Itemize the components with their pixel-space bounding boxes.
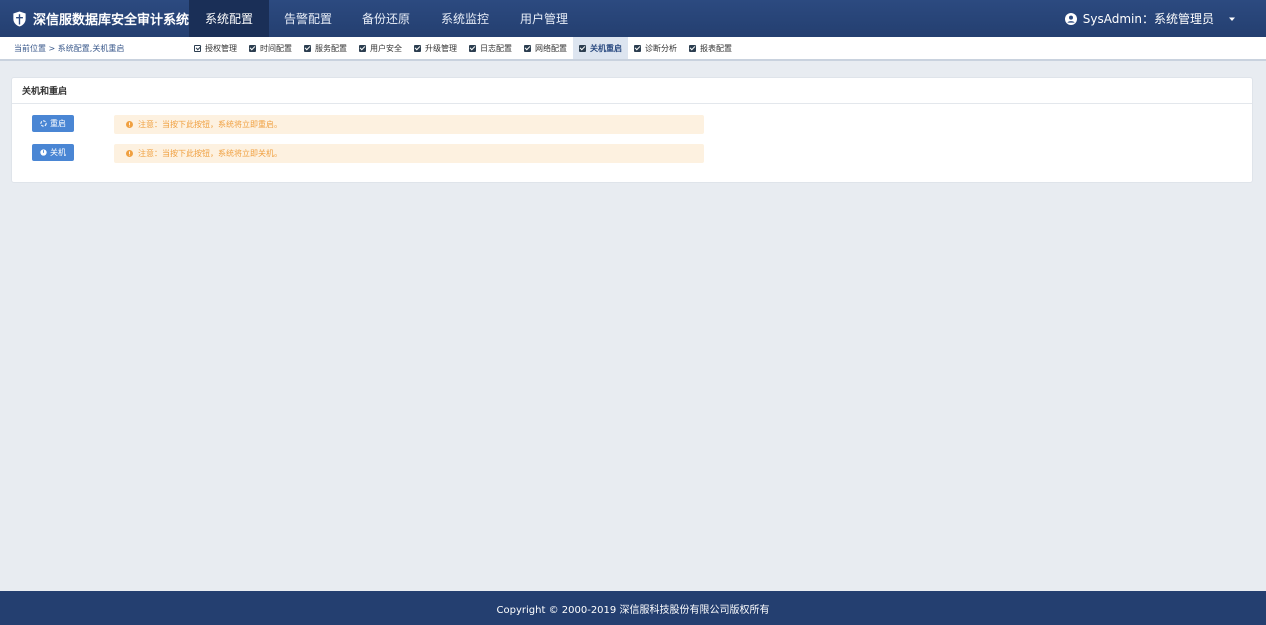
restart-notice-text: 注意：当按下此按钮，系统将立即重启。 [138,120,282,129]
nav-item-alert-config[interactable]: 告警配置 [269,0,347,37]
app-title: 深信服数据库安全审计系统 [32,13,189,28]
copyright-text: Copyright © 2000-2019 深信服科技股份有限公司版权所有 [496,604,770,616]
tab-label: 授权管理 [205,43,237,53]
user-name: SysAdmin：系统管理员 [1082,12,1214,26]
shield-logo-icon [13,11,26,26]
restart-button[interactable]: 重启 [32,115,74,132]
tab-report-config[interactable]: 报表配置 [683,37,738,59]
shutdown-restart-panel: 关机和重启 重启 注意：当按下此按钮，系统将立即重启。 关机 注意：当按下此按钮… [11,77,1253,183]
nav-item-system-config[interactable]: 系统配置 [189,0,269,37]
user-circle-icon [1064,12,1077,25]
tab-shutdown-restart[interactable]: 关机重启 [573,37,628,59]
tab-label: 服务配置 [315,43,347,53]
tab-diagnostics[interactable]: 诊断分析 [628,37,683,59]
user-menu[interactable]: SysAdmin：系统管理员 [1064,0,1236,37]
checkbox-icon [304,44,311,52]
checkbox-icon [524,44,531,52]
restart-row: 重启 [32,115,74,132]
tab-label: 关机重启 [590,43,622,53]
checkbox-icon [414,44,421,52]
tab-log-config[interactable]: 日志配置 [463,37,518,59]
nav-item-backup-restore[interactable]: 备份还原 [347,0,425,37]
panel-title: 关机和重启 [12,78,1252,104]
tab-user-security[interactable]: 用户安全 [353,37,408,59]
tab-label: 日志配置 [480,43,512,53]
main-nav: 系统配置 告警配置 备份还原 系统监控 用户管理 [189,0,583,37]
caret-down-icon [1229,17,1235,21]
shutdown-notice: 注意：当按下此按钮，系统将立即关机。 [114,144,704,163]
breadcrumb: 当前位置 > 系统配置,关机重启 [14,43,125,53]
checkbox-icon [469,44,476,52]
tab-upgrade-management[interactable]: 升级管理 [408,37,463,59]
checkbox-icon [634,44,641,52]
checkbox-icon [359,44,366,52]
restart-button-label: 重启 [50,119,66,128]
brand: 深信服数据库安全审计系统 [0,0,189,37]
restart-notice: 注意：当按下此按钮，系统将立即重启。 [114,115,704,134]
checkbox-icon [579,44,586,52]
shutdown-row: 关机 [32,144,74,161]
nav-item-system-monitor[interactable]: 系统监控 [425,0,505,37]
checkbox-icon [689,44,696,52]
shutdown-button-label: 关机 [50,148,66,157]
nav-item-user-management[interactable]: 用户管理 [505,0,583,37]
shutdown-notice-text: 注意：当按下此按钮，系统将立即关机。 [138,149,282,158]
tab-time-config[interactable]: 时间配置 [243,37,298,59]
spinner-icon [40,120,47,127]
power-icon [40,149,47,156]
tab-label: 升级管理 [425,43,457,53]
checkbox-icon [194,44,201,52]
tab-label: 诊断分析 [645,43,677,53]
shutdown-button[interactable]: 关机 [32,144,74,161]
tab-service-config[interactable]: 服务配置 [298,37,353,59]
top-navbar: 深信服数据库安全审计系统 系统配置 告警配置 备份还原 系统监控 用户管理 Sy… [0,0,1266,37]
footer: Copyright © 2000-2019 深信服科技股份有限公司版权所有 [0,591,1266,625]
tab-label: 报表配置 [700,43,732,53]
tab-network-config[interactable]: 网络配置 [518,37,573,59]
checkbox-icon [249,44,256,52]
warning-circle-icon [126,121,133,128]
sub-toolbar: 当前位置 > 系统配置,关机重启 授权管理 时间配置 服务配置 用户安全 升级管… [0,37,1266,61]
tab-license-management[interactable]: 授权管理 [188,37,243,59]
config-tabs: 授权管理 时间配置 服务配置 用户安全 升级管理 日志配置 网络配置 关机重启 [188,37,738,59]
tab-label: 用户安全 [370,43,402,53]
tab-label: 网络配置 [535,43,567,53]
tab-label: 时间配置 [260,43,292,53]
warning-circle-icon [126,150,133,157]
